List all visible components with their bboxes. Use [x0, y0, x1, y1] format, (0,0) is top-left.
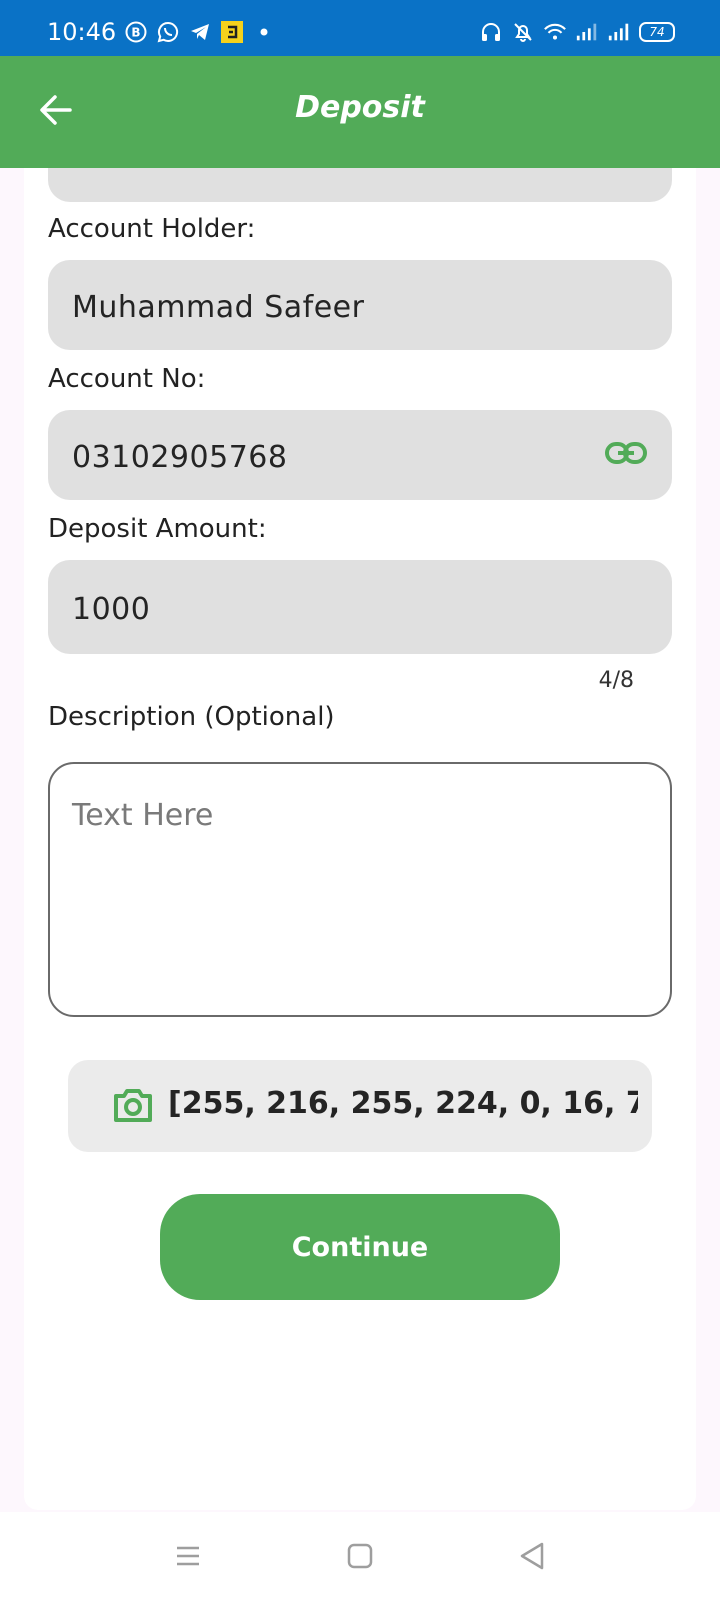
deposit-amount-label: Deposit Amount: [48, 514, 267, 544]
b-badge-icon: B [124, 20, 148, 44]
yellow-app-icon [220, 20, 244, 44]
system-nav-bar [0, 1512, 720, 1600]
battery-indicator: 74 [639, 22, 675, 42]
description-label: Description (Optional) [48, 702, 335, 732]
attachment-text: [255, 216, 255, 224, 0, 16, 74... [168, 1086, 638, 1121]
attach-image-button[interactable]: [255, 216, 255, 224, 0, 16, 74... [68, 1060, 652, 1152]
deposit-form-card: Account Holder: Muhammad Safeer Account … [24, 168, 696, 1510]
whatsapp-icon [156, 20, 180, 44]
status-bar: 10:46 B 74 [0, 0, 720, 56]
description-placeholder: Text Here [72, 798, 214, 833]
system-icons: 74 [479, 20, 675, 44]
menu-icon[interactable] [168, 1538, 208, 1574]
page-title: Deposit [295, 90, 425, 125]
character-counter: 4/8 [598, 668, 634, 693]
status-time: 10:46 [47, 18, 117, 46]
home-square-icon[interactable] [340, 1538, 380, 1574]
headphones-icon [479, 20, 503, 44]
app-bar: Deposit [0, 56, 720, 168]
signal-icon [607, 20, 631, 44]
camera-icon [112, 1086, 154, 1128]
svg-text:B: B [131, 26, 140, 40]
partial-field[interactable] [48, 168, 672, 202]
description-input[interactable]: Text Here [48, 762, 672, 1017]
account-holder-field[interactable]: Muhammad Safeer [48, 260, 672, 350]
account-holder-value: Muhammad Safeer [72, 290, 365, 325]
signal-icon [575, 20, 599, 44]
back-triangle-icon[interactable] [512, 1538, 552, 1574]
link-icon[interactable] [604, 440, 648, 472]
dot-icon [252, 20, 276, 44]
notification-icons: B [124, 20, 276, 44]
continue-button[interactable]: Continue [160, 1194, 560, 1300]
bell-off-icon [511, 20, 535, 44]
telegram-icon [188, 20, 212, 44]
deposit-amount-field[interactable]: 1000 [48, 560, 672, 654]
wifi-icon [543, 20, 567, 44]
account-no-field[interactable]: 03102905768 [48, 410, 672, 500]
account-holder-label: Account Holder: [48, 214, 256, 244]
account-no-label: Account No: [48, 364, 206, 394]
account-no-value: 03102905768 [72, 440, 288, 475]
deposit-amount-value: 1000 [72, 592, 151, 627]
